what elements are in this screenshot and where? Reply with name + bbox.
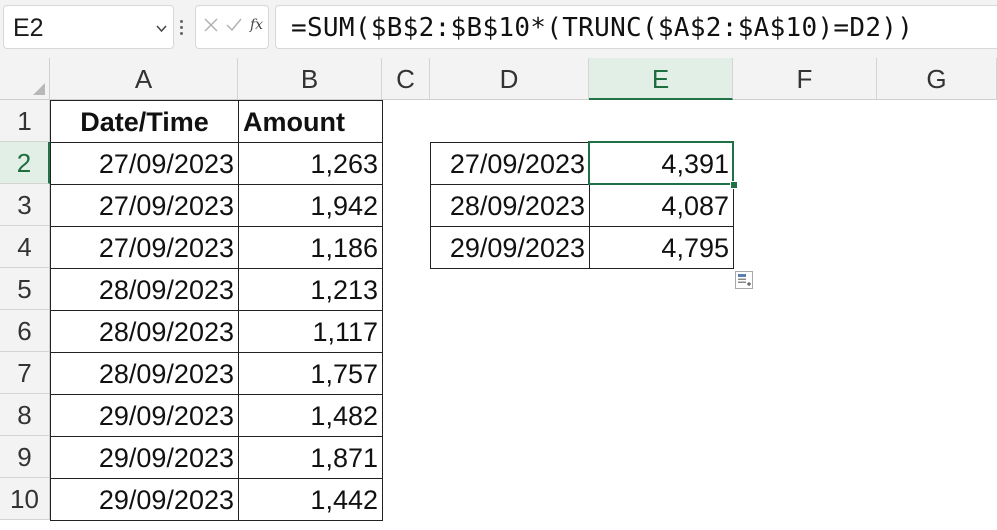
- insert-function-icon[interactable]: fx: [250, 17, 263, 33]
- more-options-icon[interactable]: [180, 20, 184, 36]
- formula-text[interactable]: =SUM($B$2:$B$10*(TRUNC($A$2:$A$10)=D2)): [291, 12, 913, 44]
- formula-input[interactable]: =SUM($B$2:$B$10*(TRUNC($A$2:$A$10)=D2)): [275, 5, 997, 49]
- cell-b8[interactable]: 1,482: [238, 394, 383, 437]
- cell-e4[interactable]: 4,795: [589, 226, 734, 269]
- cancel-icon[interactable]: [204, 18, 218, 32]
- row-header-6[interactable]: 6: [0, 310, 50, 352]
- column-header-a[interactable]: A: [50, 58, 238, 100]
- cell-d3[interactable]: 28/09/2023: [430, 184, 590, 227]
- enter-icon[interactable]: [226, 18, 242, 32]
- row-header-8[interactable]: 8: [0, 394, 50, 436]
- cell-d4[interactable]: 29/09/2023: [430, 226, 590, 269]
- column-header-f[interactable]: F: [733, 58, 877, 100]
- column-header-g[interactable]: G: [877, 58, 997, 100]
- name-box-value[interactable]: E2: [13, 13, 44, 43]
- worksheet-grid[interactable]: A B C D E F G 1 2 3 4 5 6 7 8 9 10 Date/…: [0, 58, 997, 530]
- row-header-10[interactable]: 10: [0, 478, 50, 520]
- cell-a9[interactable]: 29/09/2023: [50, 436, 239, 479]
- name-box[interactable]: E2: [3, 5, 174, 49]
- chevron-down-icon[interactable]: [156, 23, 167, 34]
- cell-a6[interactable]: 28/09/2023: [50, 310, 239, 353]
- header-amount[interactable]: Amount: [238, 100, 383, 143]
- cell-b4[interactable]: 1,186: [238, 226, 383, 269]
- cell-b9[interactable]: 1,871: [238, 436, 383, 479]
- cell-b7[interactable]: 1,757: [238, 352, 383, 395]
- cell-b5[interactable]: 1,213: [238, 268, 383, 311]
- cell-b3[interactable]: 1,942: [238, 184, 383, 227]
- quick-analysis-icon[interactable]: [735, 271, 753, 289]
- row-header-5[interactable]: 5: [0, 268, 50, 310]
- select-all-button[interactable]: [0, 58, 50, 100]
- cell-a3[interactable]: 27/09/2023: [50, 184, 239, 227]
- row-header-7[interactable]: 7: [0, 352, 50, 394]
- row-header-9[interactable]: 9: [0, 436, 50, 478]
- row-header-1[interactable]: 1: [0, 100, 50, 142]
- row-header-2[interactable]: 2: [0, 142, 50, 184]
- cell-a4[interactable]: 27/09/2023: [50, 226, 239, 269]
- fill-handle[interactable]: [730, 181, 738, 189]
- cell-a10[interactable]: 29/09/2023: [50, 478, 239, 521]
- active-cell-outline: [588, 141, 734, 185]
- formula-bar-area: E2 fx =SUM($B$2:$B$10*(TRUNC($A$2:$A$10)…: [0, 0, 997, 58]
- row-header-4[interactable]: 4: [0, 226, 50, 268]
- cell-b10[interactable]: 1,442: [238, 478, 383, 521]
- cell-b2[interactable]: 1,263: [238, 142, 383, 185]
- cell-d2[interactable]: 27/09/2023: [430, 142, 590, 185]
- column-header-b[interactable]: B: [238, 58, 382, 100]
- column-header-d[interactable]: D: [430, 58, 589, 100]
- row-header-3[interactable]: 3: [0, 184, 50, 226]
- cell-a5[interactable]: 28/09/2023: [50, 268, 239, 311]
- cell-a2[interactable]: 27/09/2023: [50, 142, 239, 185]
- cell-a7[interactable]: 28/09/2023: [50, 352, 239, 395]
- column-header-c[interactable]: C: [382, 58, 430, 100]
- formula-bar-buttons: fx: [195, 5, 269, 49]
- cell-e3[interactable]: 4,087: [589, 184, 734, 227]
- cell-a8[interactable]: 29/09/2023: [50, 394, 239, 437]
- column-header-e[interactable]: E: [589, 58, 733, 100]
- cell-b6[interactable]: 1,117: [238, 310, 383, 353]
- header-date-time[interactable]: Date/Time: [50, 100, 239, 143]
